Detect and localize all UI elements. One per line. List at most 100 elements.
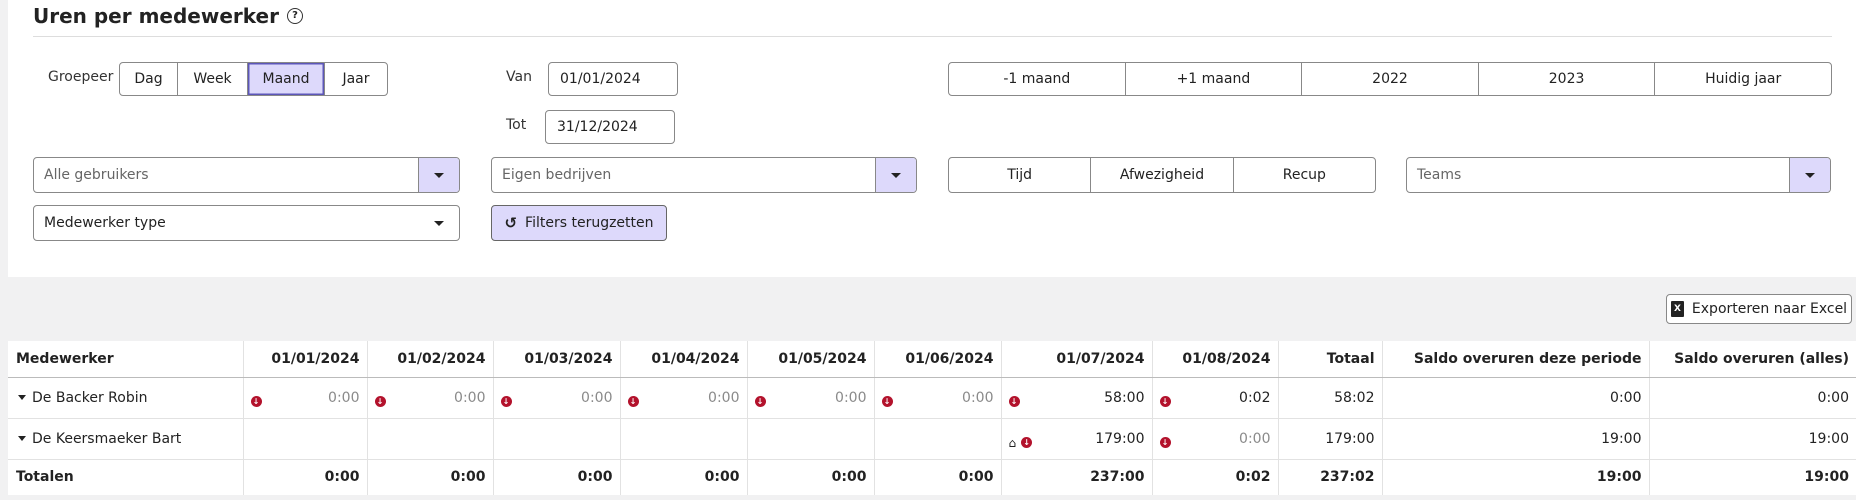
column-header[interactable]: 01/05/2024 xyxy=(747,341,875,378)
chevron-down-icon[interactable] xyxy=(419,220,459,226)
column-header[interactable]: 01/07/2024 xyxy=(1001,341,1153,378)
month-cell-icons: ↓ xyxy=(754,396,766,407)
column-header[interactable]: Saldo overuren (alles) xyxy=(1649,341,1856,378)
column-header[interactable]: 01/03/2024 xyxy=(493,341,621,378)
month-value: 0:00 xyxy=(708,389,740,406)
group-label: Groepeer xyxy=(48,69,114,85)
month-cell-content: ↓ 0:00 xyxy=(250,388,360,407)
companies-select[interactable]: Eigen bedrijven xyxy=(491,157,917,193)
quick-period-prev-month[interactable]: -1 maand xyxy=(949,63,1126,95)
down-arrow-icon[interactable]: ↓ xyxy=(627,396,639,407)
teams-select-placeholder: Teams xyxy=(1417,167,1462,183)
month-value: 58:00 xyxy=(1104,389,1145,406)
employee-name-cell[interactable]: De Keersmaeker Bart xyxy=(8,418,244,459)
down-arrow-icon[interactable]: ↓ xyxy=(374,396,386,407)
help-icon[interactable]: ? xyxy=(286,8,303,24)
down-arrow-icon[interactable]: ↓ xyxy=(500,396,512,407)
month-cell-content xyxy=(251,435,360,443)
month-cell-content: ↓ 0:00 xyxy=(500,388,613,407)
column-header[interactable]: 01/06/2024 xyxy=(874,341,1002,378)
month-value: 0:00 xyxy=(581,389,613,406)
quick-period-current-year[interactable]: Huidig jaar xyxy=(1655,63,1831,95)
employee-type-select[interactable]: Medewerker type xyxy=(33,205,460,241)
group-toggle: Dag Week Maand Jaar xyxy=(119,62,388,96)
quick-period-2023[interactable]: 2023 xyxy=(1479,63,1656,95)
down-arrow-icon[interactable]: ↓ xyxy=(1159,396,1171,407)
title-divider xyxy=(33,36,1832,37)
from-date-input[interactable]: 01/01/2024 xyxy=(548,62,678,96)
page-title: Uren per medewerker ? xyxy=(33,4,303,28)
month-cell xyxy=(367,418,494,459)
hours-table: Medewerker 01/01/2024 01/02/2024 01/03/2024… xyxy=(8,341,1856,495)
month-cell-icons: ↓ xyxy=(1159,396,1171,407)
quick-period-2022[interactable]: 2022 xyxy=(1302,63,1479,95)
month-cell-content: ↓ 0:00 xyxy=(754,388,867,407)
down-arrow-icon[interactable]: ↓ xyxy=(250,396,262,407)
column-header[interactable]: Saldo overuren deze periode xyxy=(1382,341,1650,378)
chevron-down-icon[interactable] xyxy=(875,158,916,192)
expand-caret-icon[interactable] xyxy=(18,436,26,441)
expand-caret-icon[interactable] xyxy=(18,395,26,400)
month-cell-content: ↓ 0:02 xyxy=(1159,388,1271,407)
employee-name: De Keersmaeker Bart xyxy=(32,430,182,447)
totals-month-cell: 0:00 xyxy=(747,459,875,495)
quick-period-next-month[interactable]: +1 maand xyxy=(1126,63,1303,95)
month-cell-content: ↓ 0:00 xyxy=(881,388,994,407)
down-arrow-icon[interactable]: ↓ xyxy=(1159,437,1171,448)
month-cell: ↓ 0:00 xyxy=(243,377,368,418)
month-value: 0:02 xyxy=(1239,389,1271,406)
reset-filters-button[interactable]: ↺ Filters terugzetten xyxy=(491,205,667,241)
saldo-all-cell: 19:00 xyxy=(1808,430,1849,447)
column-header[interactable]: Totaal xyxy=(1278,341,1383,378)
down-arrow-icon[interactable]: ↓ xyxy=(1021,437,1033,448)
month-value: 179:00 xyxy=(1095,430,1145,447)
month-value: 0:00 xyxy=(328,389,360,406)
month-cell-icons: ↓ xyxy=(374,396,386,407)
month-cell-content xyxy=(628,435,740,443)
type-option-recup[interactable]: Recup xyxy=(1234,158,1375,192)
saldo-all-cell: 0:00 xyxy=(1817,389,1849,406)
month-cell: ↓ 0:02 xyxy=(1152,377,1279,418)
saldo-period-cell: 0:00 xyxy=(1382,377,1650,418)
group-option-jaar[interactable]: Jaar xyxy=(325,63,387,95)
chevron-down-icon[interactable] xyxy=(418,158,459,192)
month-value: 0:00 xyxy=(835,389,867,406)
totals-month-cell: 0:00 xyxy=(493,459,621,495)
month-cell-icons: ↓ xyxy=(1008,396,1020,407)
column-header[interactable]: 01/02/2024 xyxy=(367,341,494,378)
export-excel-button[interactable]: X Exporteren naar Excel xyxy=(1666,294,1852,324)
month-cell-icons: ⌂ ↓ xyxy=(1009,437,1033,449)
month-cell-icons: ↓ xyxy=(627,396,639,407)
totals-saldo-period-cell: 19:00 xyxy=(1382,459,1650,495)
employee-type-value: Medewerker type xyxy=(44,215,166,231)
column-header[interactable]: Medewerker xyxy=(8,341,244,378)
group-option-maand[interactable]: Maand xyxy=(248,63,325,95)
group-option-dag[interactable]: Dag xyxy=(120,63,178,95)
down-arrow-icon[interactable]: ↓ xyxy=(1008,396,1020,407)
column-header[interactable]: 01/08/2024 xyxy=(1152,341,1279,378)
group-option-week[interactable]: Week xyxy=(178,63,248,95)
totals-month-cell: 0:00 xyxy=(243,459,368,495)
type-option-tijd[interactable]: Tijd xyxy=(949,158,1092,192)
month-cell xyxy=(747,418,875,459)
type-toggle: Tijd Afwezigheid Recup xyxy=(948,157,1376,193)
month-cell-icons: ↓ xyxy=(881,396,893,407)
column-header[interactable]: 01/04/2024 xyxy=(620,341,748,378)
month-cell: ↓ 0:00 xyxy=(620,377,748,418)
chevron-down-icon[interactable] xyxy=(1789,158,1830,192)
teams-select[interactable]: Teams xyxy=(1406,157,1831,193)
employee-name-cell[interactable]: De Backer Robin xyxy=(8,377,244,418)
type-option-afwezigheid[interactable]: Afwezigheid xyxy=(1091,158,1234,192)
total-cell: 179:00 xyxy=(1278,418,1383,459)
down-arrow-icon[interactable]: ↓ xyxy=(754,396,766,407)
totals-row: Totalen 0:00 0:00 0:00 0:00 0:00 0:00 237:00 0:0… xyxy=(8,459,1856,495)
month-cell: ↓ 0:00 xyxy=(367,377,494,418)
month-cell xyxy=(493,418,621,459)
users-select[interactable]: Alle gebruikers xyxy=(33,157,460,193)
column-header[interactable]: 01/01/2024 xyxy=(243,341,368,378)
down-arrow-icon[interactable]: ↓ xyxy=(881,396,893,407)
month-cell-content: ⌂ ↓ 179:00 xyxy=(1009,429,1145,449)
to-label: Tot xyxy=(506,117,527,133)
home-icon: ⌂ xyxy=(1008,435,1017,450)
to-date-input[interactable]: 31/12/2024 xyxy=(545,110,675,144)
